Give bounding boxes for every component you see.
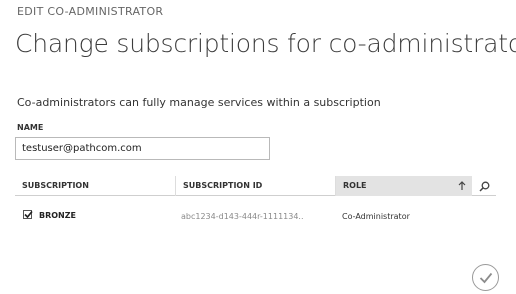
column-header-role[interactable]: ROLE [335,176,472,196]
column-header-subscription-label: SUBSCRIPTION [22,181,89,190]
arrow-up-icon[interactable] [458,181,466,191]
cell-subscription: BRONZE [39,211,77,220]
column-header-subscription[interactable]: SUBSCRIPTION [15,176,175,196]
ok-button[interactable] [472,264,499,291]
description-text: Co-administrators can fully manage servi… [17,96,381,109]
pre-title: EDIT CO-ADMINISTRATOR [17,5,164,18]
search-icon [478,181,489,192]
name-field[interactable] [15,137,270,160]
search-button[interactable] [472,176,496,196]
page-title: Change subscriptions for co-administrato… [15,29,516,58]
subscriptions-table: SUBSCRIPTION SUBSCRIPTION ID ROLE BRONZE… [15,176,496,221]
checkmark-icon [24,210,33,219]
cell-role: Co-Administrator [342,212,410,221]
column-header-role-label: ROLE [343,181,367,190]
table-header: SUBSCRIPTION SUBSCRIPTION ID ROLE [15,176,496,196]
name-label: NAME [17,123,44,132]
checkmark-icon [479,272,492,283]
cell-subscription-id: abc1234-d143-444r-1111134.. [181,212,304,221]
column-header-subscription-id[interactable]: SUBSCRIPTION ID [175,176,335,196]
row-checkbox[interactable] [23,210,33,219]
column-header-subscription-id-label: SUBSCRIPTION ID [183,181,263,190]
